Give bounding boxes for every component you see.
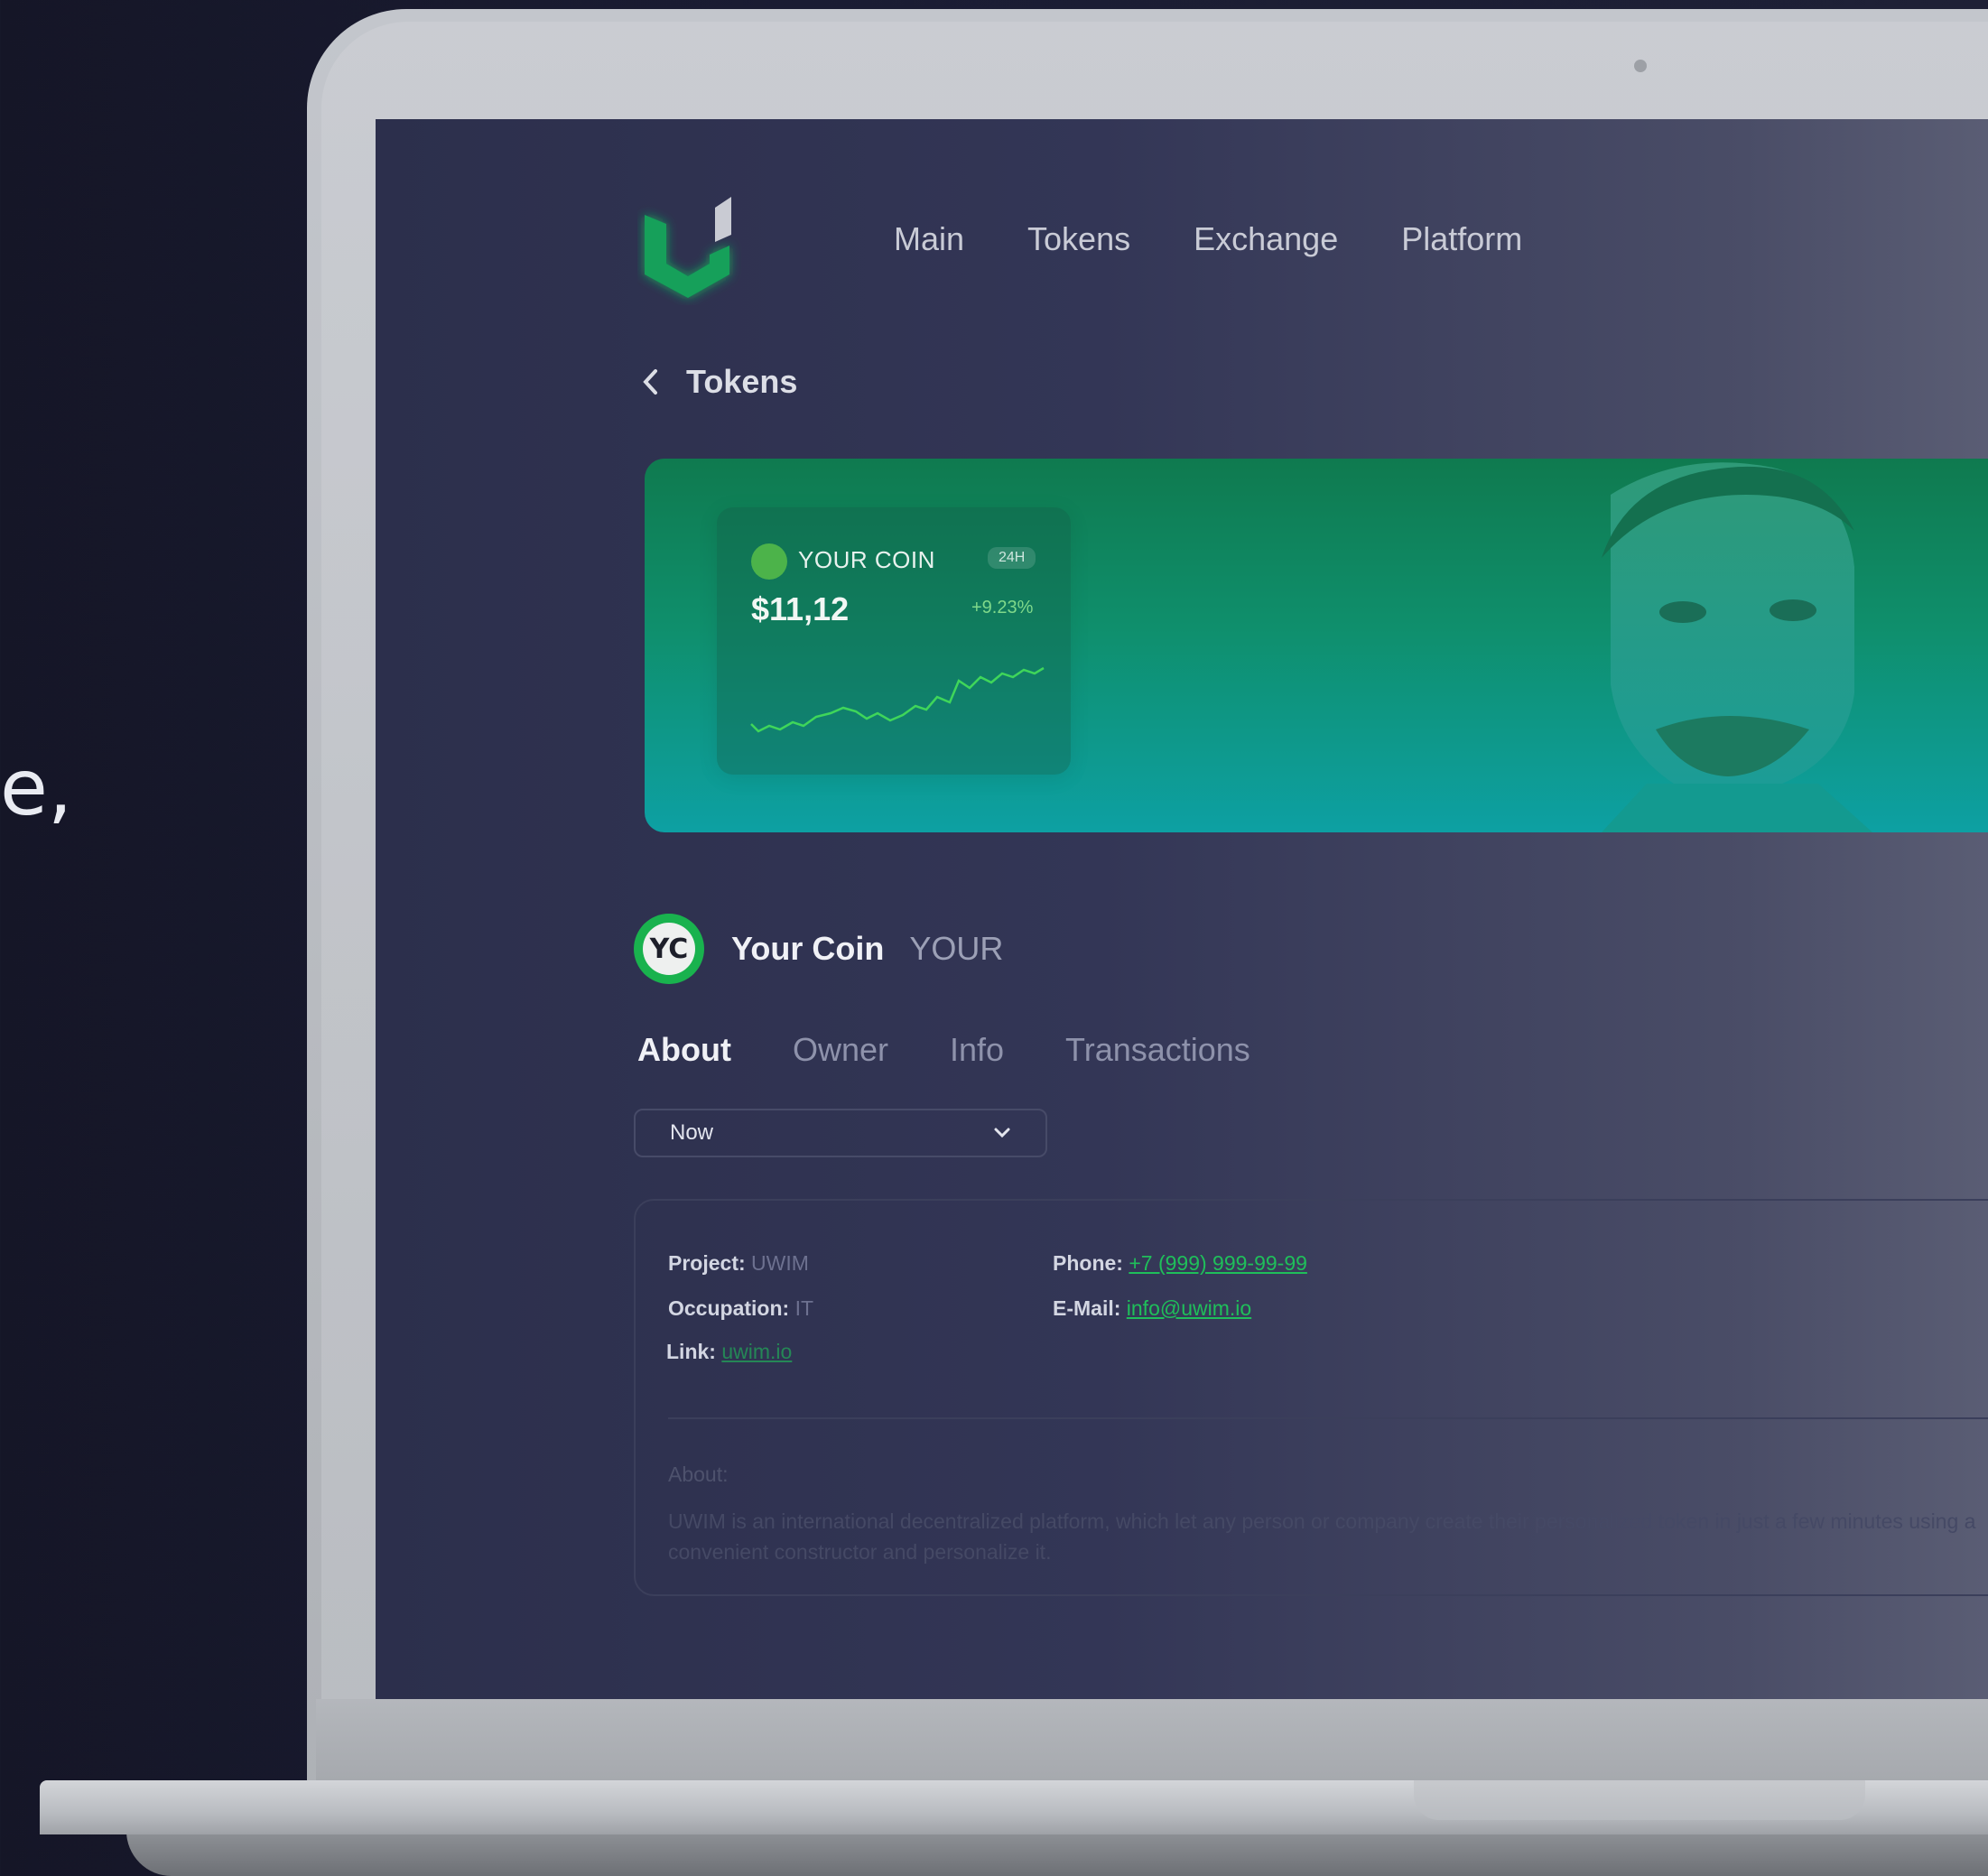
- price-sparkline: [750, 666, 1045, 733]
- uwim-logo: [645, 197, 731, 298]
- website-link[interactable]: uwim.io: [721, 1340, 792, 1363]
- nav-item-exchange[interactable]: Exchange: [1194, 220, 1338, 258]
- coin-ticker: YOUR: [909, 930, 1004, 967]
- phone-field: Phone: +7 (999) 999-99-99: [1053, 1251, 1307, 1276]
- laptop-screen: Main Tokens Exchange Platform Tokens YOU…: [376, 119, 1988, 1699]
- divider: [668, 1417, 1988, 1419]
- email-label: E-Mail:: [1053, 1296, 1121, 1320]
- period-select-value: Now: [670, 1120, 714, 1145]
- coin-title: Your Coin: [731, 930, 885, 967]
- owner-portrait: [1602, 462, 1872, 832]
- tab-info[interactable]: Info: [950, 1031, 1004, 1069]
- nav-item-platform[interactable]: Platform: [1401, 220, 1522, 258]
- back-link[interactable]: Tokens: [641, 363, 797, 401]
- camera-icon: [1634, 60, 1647, 72]
- link-field: Link: uwim.io: [666, 1340, 792, 1364]
- chevron-left-icon: [643, 369, 657, 395]
- avatar-initials: YC: [643, 923, 695, 975]
- coin-avatar: YC: [634, 914, 704, 984]
- coin-header: YC Your Coin YOUR: [634, 914, 1003, 984]
- main-nav: Main Tokens Exchange Platform: [894, 220, 1522, 258]
- nav-item-tokens[interactable]: Tokens: [1027, 220, 1130, 258]
- laptop-chin: [316, 1699, 1988, 1780]
- period-select[interactable]: Now: [634, 1109, 1047, 1157]
- details-panel: Project: UWIM Occupation: IT Link: uwim.…: [634, 1199, 1988, 1596]
- chevron-down-icon: [994, 1128, 1010, 1138]
- about-heading: About:: [668, 1463, 729, 1486]
- phone-link[interactable]: +7 (999) 999-99-99: [1129, 1251, 1307, 1275]
- back-label: Tokens: [686, 363, 798, 400]
- price-change: +9.23%: [971, 598, 1034, 618]
- project-label: Project:: [668, 1251, 746, 1275]
- background-text: e,: [0, 743, 73, 833]
- phone-label: Phone:: [1053, 1251, 1123, 1275]
- coin-name: YOUR COIN: [798, 546, 935, 573]
- period-badge: 24H: [988, 547, 1036, 569]
- laptop-notch: [1414, 1780, 1865, 1820]
- project-value: UWIM: [751, 1251, 809, 1275]
- coin-banner: YOUR COIN 24H $11,12 +9.23%: [645, 459, 1988, 832]
- laptop-base-edge: [126, 1831, 1988, 1876]
- occupation-value: IT: [794, 1296, 814, 1320]
- coin-icon: [751, 543, 787, 580]
- email-field: E-Mail: info@uwim.io: [1053, 1296, 1251, 1321]
- occupation-field: Occupation: IT: [668, 1296, 813, 1321]
- coin-tabs: About Owner Info Transactions: [637, 1031, 1312, 1069]
- coin-price: $11,12: [751, 590, 850, 627]
- tab-transactions[interactable]: Transactions: [1065, 1031, 1250, 1069]
- nav-item-main[interactable]: Main: [894, 220, 964, 258]
- tab-about[interactable]: About: [637, 1031, 731, 1069]
- email-link[interactable]: info@uwim.io: [1127, 1296, 1251, 1320]
- occupation-label: Occupation:: [668, 1296, 790, 1320]
- link-label: Link:: [666, 1340, 716, 1363]
- tab-owner[interactable]: Owner: [793, 1031, 888, 1069]
- project-field: Project: UWIM: [668, 1251, 809, 1276]
- about-text: UWIM is an international decentralized p…: [668, 1509, 1976, 1564]
- price-card[interactable]: YOUR COIN 24H $11,12 +9.23%: [717, 507, 1071, 775]
